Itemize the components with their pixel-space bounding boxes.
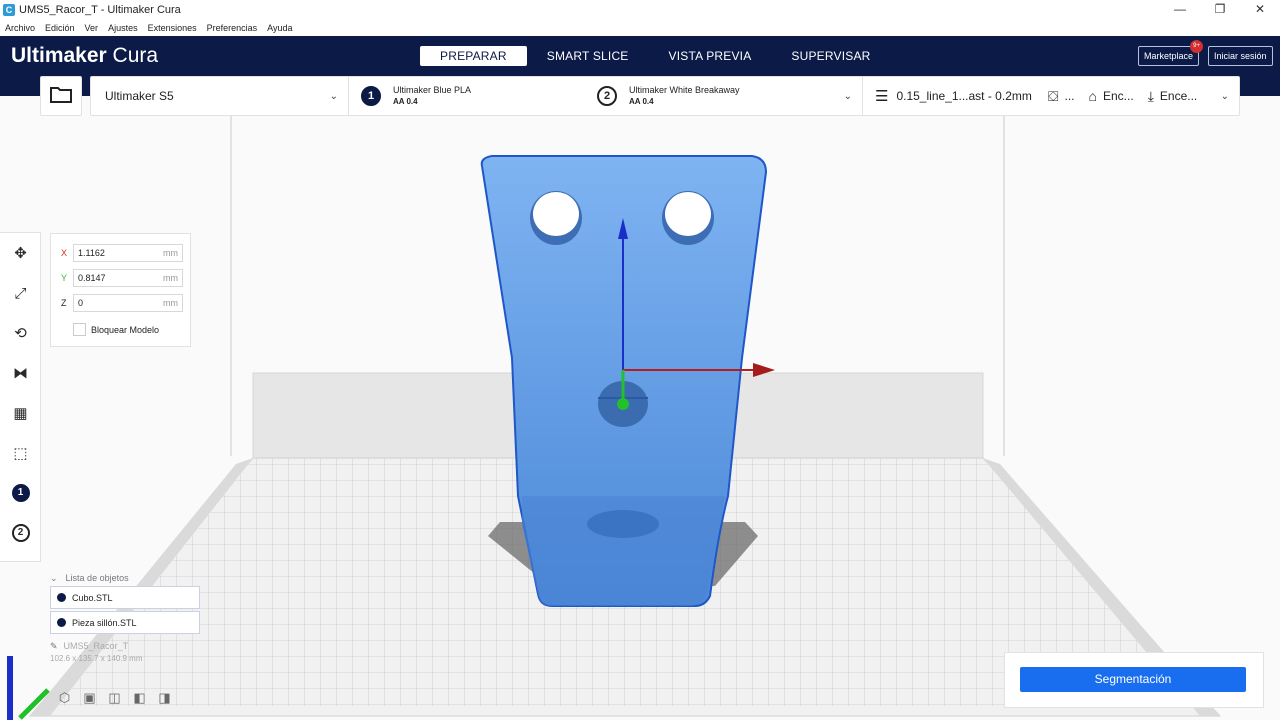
window-title: UMS5_Racor_T - Ultimaker Cura: [19, 4, 181, 16]
extruder-2-nozzle: AA 0.4: [629, 97, 654, 106]
configuration-bar: Ultimaker S5 ⌄ 1 Ultimaker Blue PLA AA 0…: [90, 76, 1240, 116]
close-button[interactable]: ✕: [1240, 0, 1280, 20]
marketplace-button[interactable]: Marketplace 9+: [1138, 40, 1204, 66]
view-3d-icon[interactable]: ⬡: [52, 690, 77, 706]
chevron-down-icon: ⌄: [50, 572, 58, 583]
app-logo: Ultimaker Cura: [11, 44, 159, 67]
menu-edicion[interactable]: Edición: [40, 23, 80, 33]
camera-view-buttons: ⬡ ▣ ◫ ◧ ◨: [52, 690, 177, 706]
tab-vista-previa[interactable]: VISTA PREVIA: [649, 46, 772, 66]
adhesion-icon: ⌂: [1088, 88, 1097, 104]
action-panel: Segmentación: [1004, 652, 1264, 708]
tool-sidebar: ✥ ⤢ ⟲ ⧓ ▦ ⬚ 1 2: [0, 232, 41, 562]
menu-preferencias[interactable]: Preferencias: [202, 23, 263, 33]
y-row: Y 0.8147 mm: [61, 269, 183, 287]
menubar: Archivo Edición Ver Ajustes Extensiones …: [0, 20, 1280, 36]
tab-smart-slice[interactable]: SMART SLICE: [527, 46, 649, 66]
lock-model-checkbox[interactable]: [73, 323, 86, 336]
menu-archivo[interactable]: Archivo: [0, 23, 40, 33]
print-settings-selector[interactable]: ☰ 0.15_line_1...ast - 0.2mm ⛋ ... ⌂ Enc.…: [863, 77, 1239, 115]
signin-button[interactable]: Iniciar sesión: [1208, 46, 1273, 66]
extruder-selector[interactable]: 1 Ultimaker Blue PLA AA 0.4 2 Ultimaker …: [349, 77, 863, 115]
lock-model-label: Bloquear Modelo: [91, 324, 160, 335]
chevron-down-icon: ⌄: [843, 90, 852, 102]
support-icon: ⛋: [1047, 87, 1059, 104]
cura-app-icon: C: [3, 4, 15, 16]
z-label: Z: [61, 298, 67, 308]
view-front-icon[interactable]: ▣: [77, 690, 102, 706]
x-input[interactable]: 1.1162 mm: [73, 244, 183, 262]
x-row: X 1.1162 mm: [61, 244, 183, 262]
extruder-1-icon: 1: [361, 86, 381, 106]
menu-extensiones[interactable]: Extensiones: [143, 23, 202, 33]
download-icon: ⤓: [1147, 87, 1154, 104]
z-row: Z 0 mm: [61, 294, 183, 312]
extruder-2-material: Ultimaker White Breakaway: [629, 85, 740, 95]
stage-tabs: PREPARAR SMART SLICE VISTA PREVIA SUPERV…: [420, 46, 891, 66]
scale-tool-icon[interactable]: ⤢: [0, 273, 41, 313]
view-right-icon[interactable]: ◨: [152, 690, 177, 706]
menu-ver[interactable]: Ver: [80, 23, 104, 33]
open-file-button[interactable]: [40, 76, 82, 116]
view-top-icon[interactable]: ◫: [102, 690, 127, 706]
model-dimensions: 102.6 x 135.7 x 140.9 mm: [50, 654, 143, 663]
printer-selector[interactable]: Ultimaker S5 ⌄: [91, 77, 349, 115]
maximize-button[interactable]: ❐: [1200, 0, 1240, 20]
tab-supervisar[interactable]: SUPERVISAR: [771, 46, 890, 66]
extruder-1-material: Ultimaker Blue PLA: [393, 85, 472, 95]
z-input[interactable]: 0 mm: [73, 294, 183, 312]
extruder-1-nozzle: AA 0.4: [393, 97, 418, 106]
extruder-2-tool[interactable]: 2: [0, 513, 41, 553]
view-left-icon[interactable]: ◧: [127, 690, 152, 706]
profile-name: 0.15_line_1...ast - 0.2mm: [896, 89, 1032, 103]
window-titlebar: C UMS5_Racor_T - Ultimaker Cura — ❐ ✕: [0, 0, 1280, 20]
pencil-icon: ✎: [50, 640, 58, 651]
minimize-button[interactable]: —: [1160, 0, 1200, 20]
tab-preparar[interactable]: PREPARAR: [420, 46, 527, 66]
project-name-row[interactable]: ✎ UMS5_Racor_T: [50, 636, 200, 656]
object-list: ⌄ Lista de objetos Cubo.STL Pieza sillón…: [50, 570, 200, 663]
project-name: UMS5_Racor_T: [63, 641, 129, 651]
rotate-tool-icon[interactable]: ⟲: [0, 313, 41, 353]
marketplace-badge: 9+: [1190, 40, 1204, 53]
sliders-icon: ☰: [875, 88, 889, 105]
support-value: ...: [1064, 89, 1075, 103]
color-dot: [57, 593, 66, 602]
move-panel: X 1.1162 mm Y 0.8147 mm Z 0 mm Bloquear …: [50, 233, 191, 347]
lock-model-row[interactable]: Bloquear Modelo: [73, 323, 159, 336]
color-dot: [57, 618, 66, 627]
per-model-settings-icon[interactable]: ▦: [0, 393, 41, 433]
list-item[interactable]: Pieza sillón.STL: [50, 611, 200, 634]
chevron-down-icon: ⌄: [329, 90, 338, 102]
folder-icon: [50, 85, 72, 108]
y-label: Y: [61, 273, 68, 283]
extruder-2-icon: 2: [597, 86, 617, 106]
menu-ayuda[interactable]: Ayuda: [262, 23, 297, 33]
object-list-header[interactable]: ⌄ Lista de objetos: [50, 570, 200, 586]
support-blocker-icon[interactable]: ⬚: [0, 433, 41, 473]
chevron-down-icon: ⌄: [1220, 90, 1229, 102]
list-item[interactable]: Cubo.STL: [50, 586, 200, 609]
adhesion-value: Enc...: [1103, 89, 1134, 103]
menu-ajustes[interactable]: Ajustes: [103, 23, 143, 33]
extruder-1-tool[interactable]: 1: [0, 473, 41, 513]
extruder-2[interactable]: 2 Ultimaker White Breakaway AA 0.4: [597, 85, 740, 107]
mirror-tool-icon[interactable]: ⧓: [0, 353, 41, 393]
move-tool-icon[interactable]: ✥: [0, 233, 41, 273]
y-input[interactable]: 0.8147 mm: [73, 269, 183, 287]
x-label: X: [61, 248, 68, 258]
segment-button[interactable]: Segmentación: [1020, 667, 1246, 692]
printer-name: Ultimaker S5: [105, 89, 174, 103]
extruder-1[interactable]: 1 Ultimaker Blue PLA AA 0.4: [361, 85, 471, 107]
adhesion-value-2: Ence...: [1159, 89, 1198, 103]
